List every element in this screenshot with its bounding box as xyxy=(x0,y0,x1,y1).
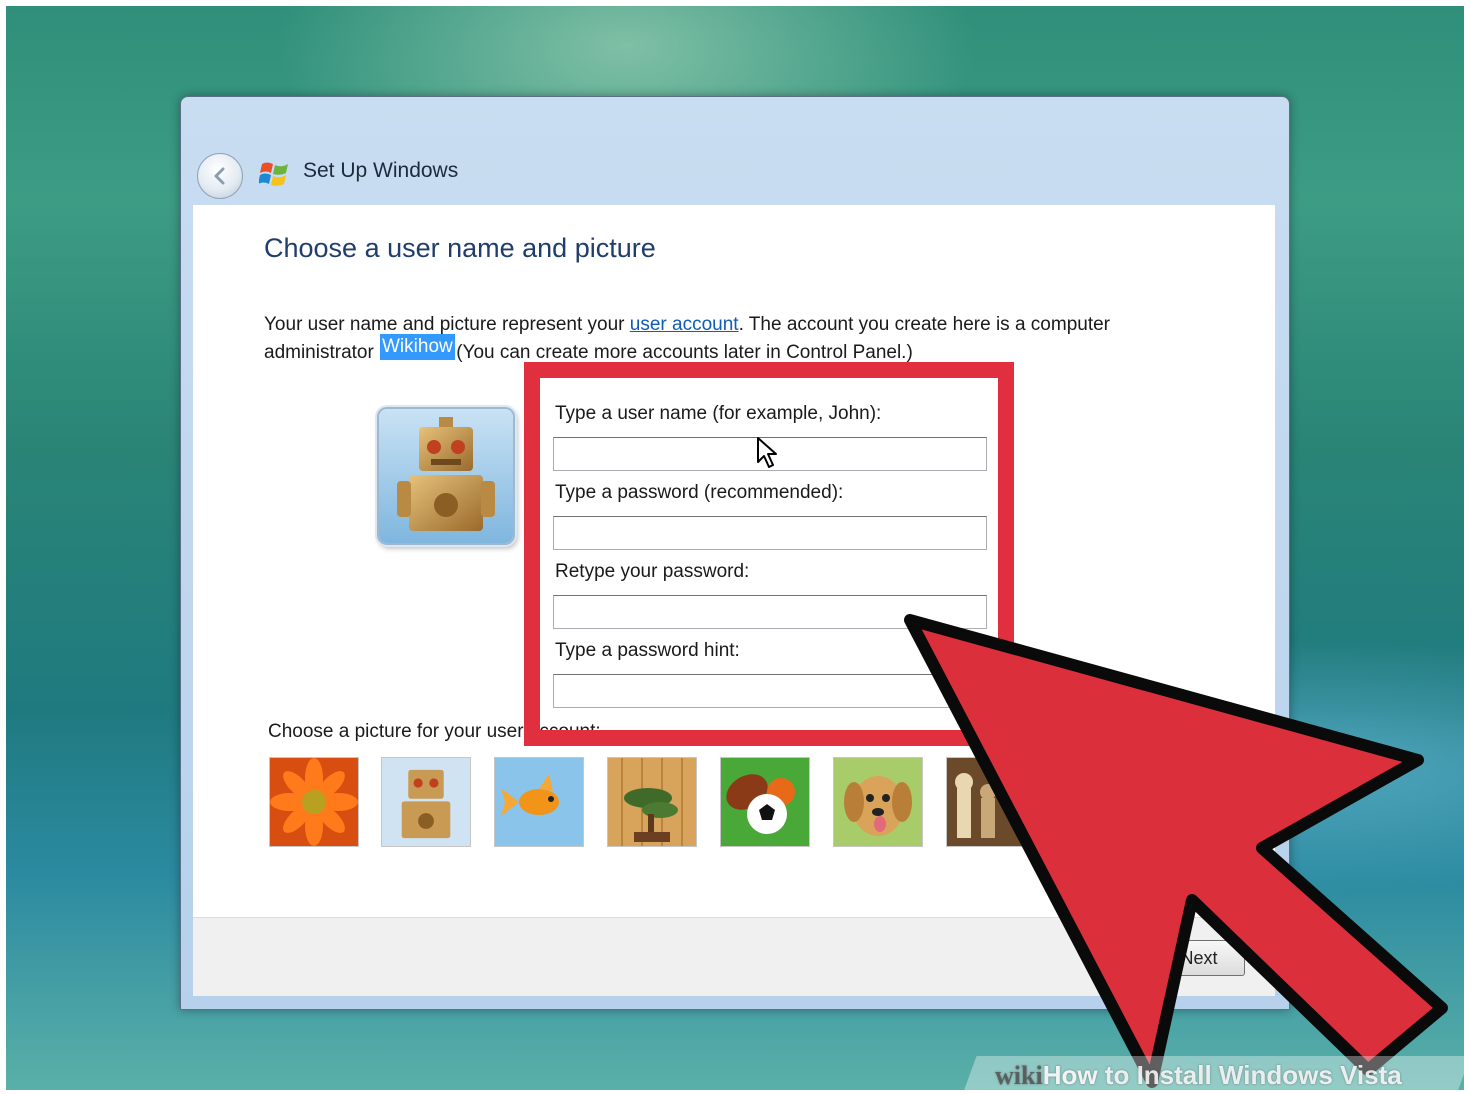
watermark-how: How xyxy=(1042,1060,1098,1090)
watermark-rest: to Install Windows Vista xyxy=(1097,1060,1402,1090)
watermark-wiki: wiki xyxy=(995,1061,1043,1090)
watermark-text: wikiHow to Install Windows Vista xyxy=(995,1060,1402,1091)
red-arrow-icon xyxy=(904,614,1448,1088)
